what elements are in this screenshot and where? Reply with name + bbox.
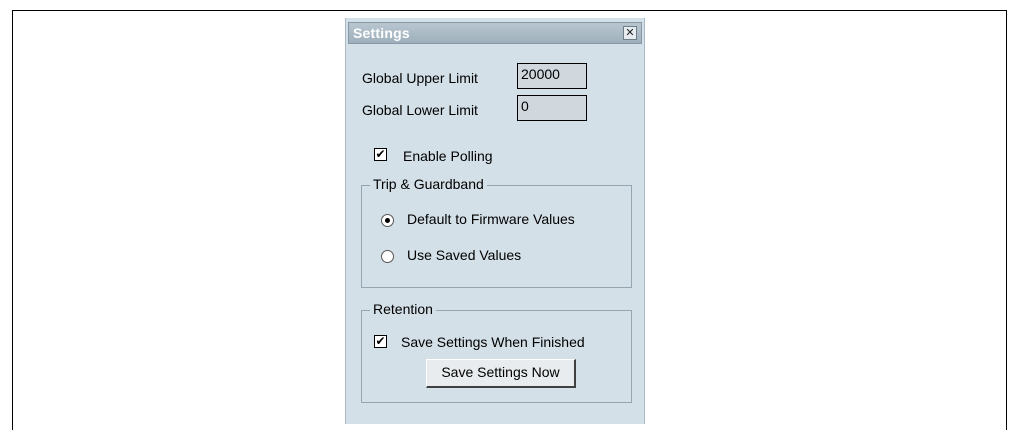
- radio-selected-dot: [385, 218, 390, 223]
- upper-limit-input[interactable]: 20000: [517, 63, 587, 89]
- retention-group: Retention ✔ Save Settings When Finished …: [361, 301, 632, 403]
- trip-guardband-group: Trip & Guardband Default to Firmware Val…: [361, 176, 632, 288]
- save-when-finished-label[interactable]: Save Settings When Finished: [401, 334, 585, 350]
- save-when-finished-checkbox[interactable]: ✔: [374, 335, 387, 348]
- radio-default-firmware[interactable]: [381, 214, 394, 227]
- lower-limit-input[interactable]: 0: [517, 95, 587, 121]
- enable-polling-checkbox[interactable]: ✔: [374, 148, 387, 161]
- use-saved-label[interactable]: Use Saved Values: [407, 247, 521, 263]
- default-firmware-label[interactable]: Default to Firmware Values: [407, 211, 575, 227]
- upper-limit-label: Global Upper Limit: [362, 70, 478, 86]
- lower-limit-label: Global Lower Limit: [362, 102, 478, 118]
- save-settings-now-button[interactable]: Save Settings Now: [426, 359, 576, 388]
- retention-legend: Retention: [370, 301, 436, 317]
- enable-polling-label[interactable]: Enable Polling: [403, 148, 493, 164]
- close-icon[interactable]: ✕: [623, 26, 637, 40]
- dialog-titlebar[interactable]: Settings ✕: [348, 22, 642, 44]
- settings-dialog: Settings ✕ Global Upper Limit 20000 Glob…: [345, 18, 645, 424]
- radio-use-saved[interactable]: [381, 250, 394, 263]
- trip-guardband-legend: Trip & Guardband: [370, 176, 487, 192]
- dialog-title: Settings: [353, 25, 410, 41]
